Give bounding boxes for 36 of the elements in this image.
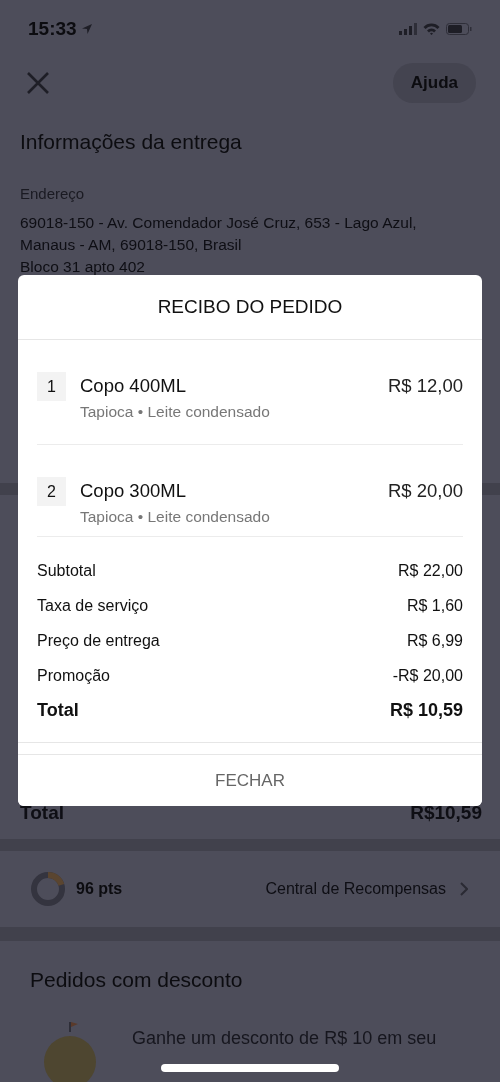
- summary-label: Promoção: [37, 666, 110, 685]
- summary-value: R$ 1,60: [406, 596, 463, 615]
- item-price: R$ 12,00: [387, 375, 463, 397]
- dialog-title: RECIBO DO PEDIDO: [18, 275, 482, 340]
- total-label: Total: [37, 700, 79, 721]
- item-options: Tapioca • Leite condensado: [80, 403, 463, 421]
- summary-value: R$ 22,00: [398, 561, 463, 580]
- summary-value: -R$ 20,00: [392, 666, 463, 685]
- location-arrow-icon: [80, 22, 93, 35]
- clock-time: 15:33: [28, 17, 77, 40]
- total-value: R$ 10,59: [389, 700, 463, 721]
- item-options: Tapioca • Leite condensado: [80, 508, 463, 526]
- section-title: Informações da entrega: [20, 129, 243, 156]
- quantity-badge: 1: [37, 372, 66, 401]
- summary-label: Taxa de serviço: [37, 596, 149, 615]
- address-line: 69018-150 - Av. Comendador José Cruz, 653 - Lago Azul,: [20, 213, 418, 234]
- section-title: Pedidos com desconto: [29, 966, 244, 993]
- chevron-right-icon: [460, 881, 468, 896]
- close-icon[interactable]: [26, 70, 50, 95]
- wifi-icon: [423, 22, 440, 35]
- points-text: 96 pts: [76, 879, 123, 898]
- quantity-badge: 2: [37, 477, 66, 506]
- help-button[interactable]: Ajuda: [392, 62, 476, 103]
- rewards-link[interactable]: Central de Recompensas: [265, 879, 446, 898]
- address-label: Endereço: [20, 184, 86, 205]
- battery-icon: [446, 22, 472, 35]
- item-name: Copo 400ML: [80, 375, 186, 397]
- address-line: Bloco 31 apto 402: [20, 257, 146, 278]
- promo-text: Ganhe um desconto de R$ 10 em seu: [132, 1027, 437, 1048]
- item-name: Copo 300ML: [80, 480, 186, 502]
- summary-label: Preço de entrega: [37, 631, 160, 650]
- address-line: Manaus - AM, 69018-150, Brasil: [20, 235, 243, 256]
- item-price: R$ 20,00: [387, 480, 463, 502]
- summary-value: R$ 6,99: [406, 631, 463, 650]
- signal-icon: [399, 22, 417, 35]
- summary-label: Subtotal: [37, 561, 96, 580]
